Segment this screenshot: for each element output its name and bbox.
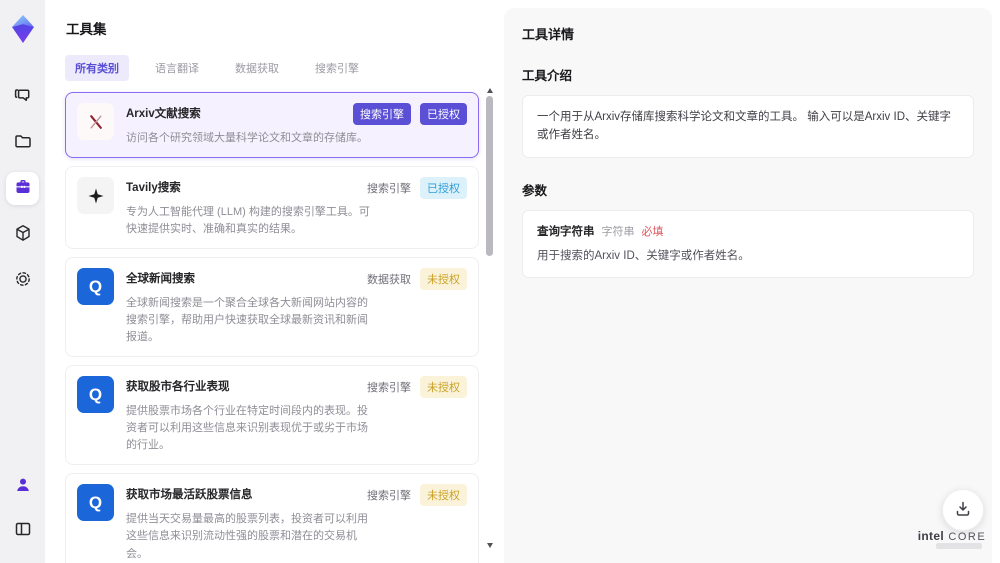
q-search-icon: Q [77,376,114,414]
folder-icon [13,131,33,154]
user-icon [13,475,33,498]
arxiv-icon [77,103,114,140]
tab-all-categories[interactable]: 所有类别 [65,55,129,81]
tool-name: 获取市场最活跃股票信息 [126,489,253,502]
tool-name: 全球新闻搜索 [126,273,195,286]
core-wordmark: core [948,531,987,543]
download-icon [953,499,973,522]
sidebar-bottom [0,470,45,547]
tool-name: 获取股市各行业表现 [126,381,230,394]
sidebar-item-chat[interactable] [6,80,39,113]
sidebar-item-files[interactable] [6,126,39,159]
tool-name: Tavily搜索 [126,182,181,195]
status-badge: 未授权 [420,376,467,399]
param-required-badge: 必填 [641,225,664,238]
download-button[interactable] [942,489,984,531]
tool-card-arxiv[interactable]: Arxiv文献搜索 搜索引擎 已授权 访问各个研究领域大量科学论文和文章的存储库… [65,92,479,159]
status-badge: 未授权 [420,268,467,291]
category-label: 搜索引擎 [367,490,411,503]
sidebar-item-profile[interactable] [6,470,39,503]
param-name: 查询字符串 [537,225,595,238]
sidebar-nav [6,80,39,297]
tool-list: Arxiv文献搜索 搜索引擎 已授权 访问各个研究领域大量科学论文和文章的存储库… [65,92,479,563]
chat-icon [13,85,33,108]
sidebar-item-panel-toggle[interactable] [6,514,39,547]
tool-description: 专为人工智能代理 (LLM) 构建的搜索引擎工具。可快速提供实时、准确和真实的结… [126,206,370,236]
scroll-down-icon[interactable] [487,543,493,548]
category-badge: 搜索引擎 [353,103,411,125]
detail-title: 工具详情 [522,27,575,42]
tool-card-tavily[interactable]: Tavily搜索 搜索引擎 已授权 专为人工智能代理 (LLM) 构建的搜索引擎… [65,166,479,250]
tool-description: 提供当天交易量最高的股票列表，投资者可以利用这些信息来识别流动性强的股票和潜在的… [126,513,368,560]
panel-toggle-icon [13,519,33,542]
status-badge: 已授权 [420,177,467,200]
param-box: 查询字符串 字符串 必填 用于搜索的Arxiv ID、关键字或作者姓名。 [522,209,974,279]
status-badge: 未授权 [420,484,467,507]
q-search-icon: Q [77,268,114,306]
app-window: 工具集 所有类别 语言翻译 数据获取 搜索引擎 Arxiv文献搜索 搜索引擎 已… [0,0,1000,563]
sidebar-item-plugins[interactable] [6,218,39,251]
intel-ultra-subtext [936,543,982,549]
params-heading: 参数 [522,183,548,198]
q-search-icon: Q [77,484,114,522]
tavily-star-icon [77,177,114,215]
sidebar-item-settings[interactable] [6,264,39,297]
status-badge: 已授权 [420,103,467,125]
intro-box: 一个用于从Arxiv存储库搜索科学论文和文章的工具。 输入可以是Arxiv ID… [522,95,974,158]
tools-panel: 工具集 所有类别 语言翻译 数据获取 搜索引擎 Arxiv文献搜索 搜索引擎 已… [45,0,504,563]
tool-card-sector-performance[interactable]: Q 获取股市各行业表现 搜索引擎 未授权 提供股票市场各个行业在特定时间段内的表… [65,365,479,466]
tool-detail-panel: 工具详情 工具介绍 一个用于从Arxiv存储库搜索科学论文和文章的工具。 输入可… [504,8,992,563]
intel-wordmark: intel [917,529,944,543]
sidebar-item-tools[interactable] [6,172,39,205]
tool-name: Arxiv文献搜索 [126,108,201,120]
param-description: 用于搜索的Arxiv ID、关键字或作者姓名。 [537,249,750,262]
category-label: 搜索引擎 [367,382,411,395]
gear-icon [13,269,33,292]
app-logo-icon [7,12,39,46]
tool-description: 提供股票市场各个行业在特定时间段内的表现。投资者可以利用这些信息来识别表现优于或… [126,405,368,452]
tab-search-engine[interactable]: 搜索引擎 [305,55,369,81]
tool-description: 访问各个研究领域大量科学论文和文章的存储库。 [126,132,368,144]
intro-text: 一个用于从Arxiv存储库搜索科学论文和文章的工具。 输入可以是Arxiv ID… [537,111,951,142]
category-label: 搜索引擎 [367,183,411,196]
tool-description: 全球新闻搜索是一个聚合全球各大新闻网站内容的搜索引擎，帮助用户快速获取全球最新资… [126,297,368,344]
toolbox-icon [13,177,33,200]
category-tabs: 所有类别 语言翻译 数据获取 搜索引擎 [65,55,504,81]
page-title: 工具集 [66,22,107,37]
category-label: 数据获取 [367,274,411,287]
tool-card-most-active-stocks[interactable]: Q 获取市场最活跃股票信息 搜索引擎 未授权 提供当天交易量最高的股票列表，投资… [65,473,479,563]
param-type: 字符串 [601,225,635,238]
tab-data-fetching[interactable]: 数据获取 [225,55,289,81]
list-scrollbar[interactable] [485,88,495,548]
sidebar [0,0,45,563]
scroll-up-icon[interactable] [487,88,493,93]
scrollbar-thumb[interactable] [486,96,493,256]
cube-icon [13,223,33,246]
tool-card-global-news[interactable]: Q 全球新闻搜索 数据获取 未授权 全球新闻搜索是一个聚合全球各大新闻网站内容的… [65,257,479,358]
intro-heading: 工具介绍 [522,69,573,83]
tab-language-translation[interactable]: 语言翻译 [145,55,209,81]
